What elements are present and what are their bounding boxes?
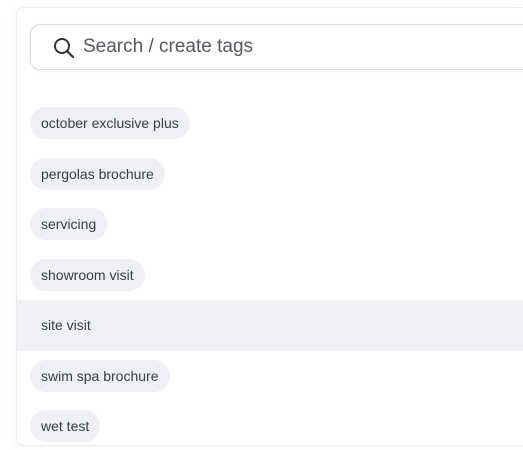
search-icon	[53, 37, 75, 59]
tag-picker-panel: october exclusive plus pergolas brochure…	[16, 7, 523, 446]
search-input[interactable]	[83, 25, 523, 69]
tag-option-site-visit[interactable]: site visit	[17, 300, 523, 351]
tag-label: swim spa brochure	[30, 359, 170, 392]
tag-option-servicing[interactable]: servicing	[17, 199, 523, 250]
tag-label: showroom visit	[30, 258, 145, 291]
tag-label: pergolas brochure	[30, 157, 165, 190]
tag-option-showroom-visit[interactable]: showroom visit	[17, 250, 523, 301]
tag-label: wet test	[30, 410, 101, 443]
tag-option-october-exclusive-plus[interactable]: october exclusive plus	[17, 98, 523, 149]
tag-option-pergolas-brochure[interactable]: pergolas brochure	[17, 149, 523, 200]
tag-option-swim-spa-brochure[interactable]: swim spa brochure	[17, 351, 523, 402]
tag-option-wet-test[interactable]: wet test	[17, 401, 523, 445]
tag-label: october exclusive plus	[30, 107, 190, 140]
search-box[interactable]	[30, 24, 523, 70]
tag-list: october exclusive plus pergolas brochure…	[17, 98, 523, 445]
tag-label: servicing	[30, 208, 108, 241]
tag-label: site visit	[41, 317, 91, 334]
